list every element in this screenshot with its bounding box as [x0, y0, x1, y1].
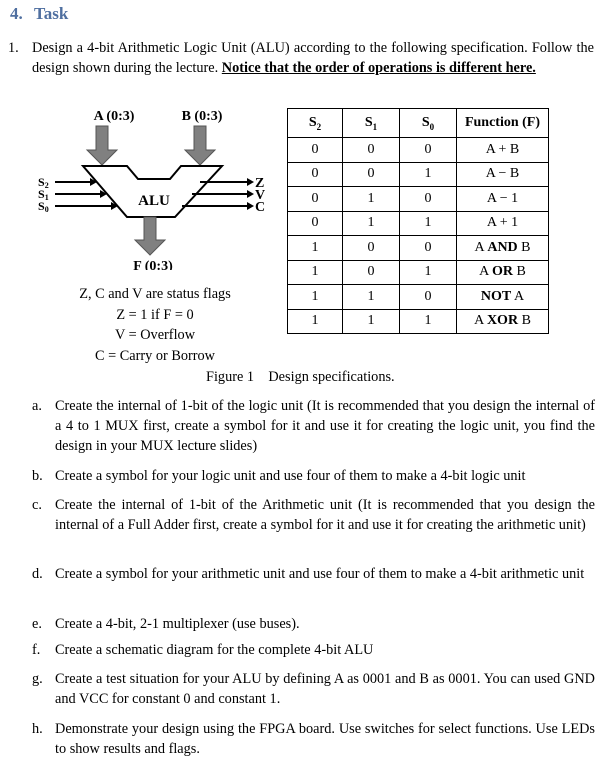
subtask-text: Create the internal of 1-bit of the Arit… — [55, 497, 595, 533]
select-cell: 1 — [342, 284, 400, 310]
function-cell: NOT A — [456, 284, 549, 310]
select-cell: 0 — [287, 210, 343, 236]
note-line: V = Overflow — [114, 327, 196, 343]
select-cell: 0 — [287, 186, 343, 212]
subtask-item: h. Demonstrate your design using the FPGA… — [32, 720, 595, 760]
subtask-text: Create a symbol for your arithmetic unit… — [55, 566, 585, 582]
caption-label: Figure 1 — [206, 369, 255, 385]
subtask-item: a. Create the internal of 1-bit of the lo… — [32, 397, 595, 456]
function-cell: A + 1 — [456, 210, 549, 236]
subtask-letter: b. — [32, 468, 43, 484]
select-cell: 0 — [399, 284, 457, 310]
select-cell: 1 — [287, 284, 343, 310]
select-cell: 1 — [399, 308, 457, 334]
column-header: S0 — [399, 108, 457, 138]
document-page: 4. Task 1. Design a 4-bit Arithmetic Logi… — [0, 0, 600, 777]
flag-c-label: C — [255, 200, 265, 215]
subtask-letter: g. — [32, 671, 43, 687]
subtask-letter: d. — [32, 566, 43, 582]
column-header: S1 — [342, 108, 400, 138]
table-row: 010A − 1 — [287, 186, 549, 212]
function-cell: A AND B — [456, 235, 549, 261]
note-line: Z = 1 if F = 0 — [116, 306, 194, 323]
subtask-item: f. Create a schematic diagram for the com… — [32, 641, 595, 661]
select-cell: 1 — [399, 259, 457, 285]
select-cell: 0 — [399, 186, 457, 212]
subtask-item: b. Create a symbol for your logic unit an… — [32, 467, 595, 487]
function-cell: A − B — [456, 161, 549, 187]
output-f-label: F (0:3) — [133, 259, 173, 270]
select-cell: 1 — [342, 308, 400, 334]
subtask-text: Create a schematic diagram for the compl… — [55, 642, 374, 658]
subtask-item: d. Create a symbol for your arithmetic un… — [32, 565, 595, 585]
subtask-letter: f. — [32, 642, 41, 658]
heading-number: 4. — [10, 4, 23, 23]
subtask-item: c. Create the internal of 1-bit of the Ar… — [32, 496, 595, 536]
caption-text: Design specifications. — [268, 369, 395, 385]
alu-diagram: A (0:3) B (0:3) ALU S2 S1 S0 Z V C F (0:… — [38, 109, 265, 270]
select-cell: 1 — [399, 210, 457, 236]
select-cell: 1 — [287, 259, 343, 285]
output-f-arrow — [133, 216, 167, 256]
input-a-label: A (0:3) — [94, 109, 135, 124]
input-a-arrow — [85, 125, 119, 166]
subtask-letter: c. — [32, 497, 42, 513]
subtask-text: Create the internal of 1-bit of the logi… — [55, 398, 595, 454]
column-header: S2 — [287, 108, 343, 138]
select-cell: 0 — [287, 161, 343, 187]
table-row: 100A AND B — [287, 235, 549, 261]
table-row: 101A OR B — [287, 259, 549, 285]
table-row: 000A + B — [287, 137, 549, 163]
function-cell: A XOR B — [456, 308, 549, 334]
select-cell: 0 — [342, 259, 400, 285]
function-cell: A OR B — [456, 259, 549, 285]
note-line: C = Carry or Borrow — [94, 347, 216, 364]
select-cell: 1 — [399, 161, 457, 187]
table-row: 1 1 0 NOT A — [287, 284, 549, 310]
section-heading: 4. Task — [10, 4, 68, 24]
subtask-text: Create a 4-bit, 2-1 multiplexer (use bus… — [55, 616, 300, 632]
subtask-item: g. Create a test situation for your ALU b… — [32, 670, 595, 710]
select-cell: 0 — [342, 235, 400, 261]
table-row: 011A + 1 — [287, 210, 549, 236]
alu-block — [80, 165, 225, 218]
task-emphasis: Notice that the order of operations is d… — [221, 60, 536, 76]
select-cell: 0 — [342, 161, 400, 187]
alu-label: ALU — [138, 193, 170, 209]
function-cell: A + B — [456, 137, 549, 163]
subtask-text: Demonstrate your design using the FPGA b… — [55, 721, 595, 757]
subtask-text: Create a test situation for your ALU by … — [55, 671, 595, 707]
input-b-arrow — [183, 125, 217, 166]
function-cell: A − 1 — [456, 186, 549, 212]
select-cell: 1 — [287, 308, 343, 334]
select-cell: 0 — [342, 137, 400, 163]
table-header-row: S2 S1 S0 Function (F) — [287, 108, 549, 138]
input-b-label: B (0:3) — [182, 109, 223, 124]
function-table: S2 S1 S0 Function (F) 000A + B001A − B01… — [287, 108, 549, 334]
select-cell: 0 — [399, 235, 457, 261]
table-row: 111A XOR B — [287, 308, 549, 334]
subtask-letter: e. — [32, 616, 42, 632]
subtask-letter: h. — [32, 721, 43, 737]
table-row: 001A − B — [287, 161, 549, 187]
select-cell: 1 — [287, 235, 343, 261]
subtask-item: e. Create a 4-bit, 2-1 multiplexer (use b… — [32, 615, 595, 635]
select-cell: 1 — [342, 186, 400, 212]
task-number: 1. — [8, 40, 19, 56]
heading-title: Task — [34, 4, 69, 23]
note-line: Z, C and V are status flags — [79, 286, 231, 302]
subtask-letter: a. — [32, 398, 42, 414]
subtask-text: Create a symbol for your logic unit and … — [55, 468, 526, 484]
status-flag-notes: Z, C and V are status flags Z = 1 if F =… — [40, 284, 270, 366]
select-cell: 1 — [342, 210, 400, 236]
select-cell: 0 — [287, 137, 343, 163]
select-cell: 0 — [399, 137, 457, 163]
task-1: 1. Design a 4-bit Arithmetic Logic Unit … — [8, 38, 594, 78]
figure-caption: Figure 1 Design specifications. — [206, 369, 395, 386]
column-header: Function (F) — [456, 108, 549, 138]
